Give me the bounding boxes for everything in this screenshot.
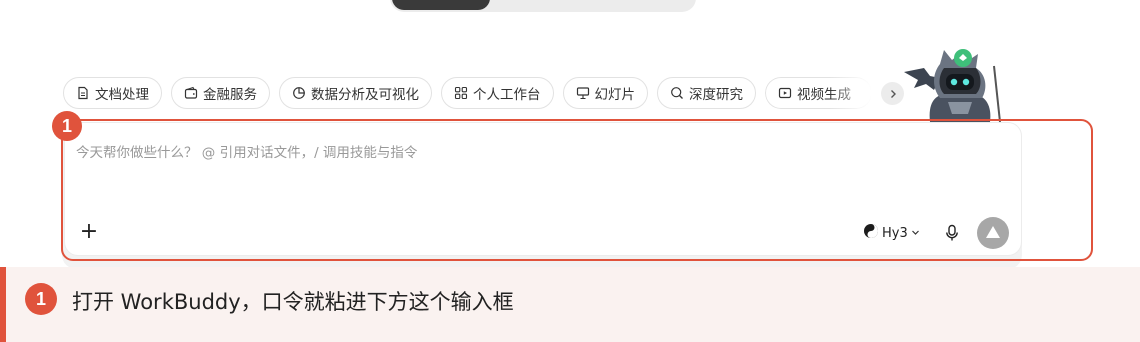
suggestion-chips: 文档处理 金融服务 数据分析及可视化 个人工作台 幻灯片 深度研究 视频生成 bbox=[63, 77, 913, 109]
pie-chart-icon bbox=[292, 86, 306, 100]
model-logo-icon bbox=[863, 223, 879, 243]
chip-label: 幻灯片 bbox=[594, 87, 636, 103]
chip-data-analysis[interactable]: 数据分析及可视化 bbox=[279, 77, 432, 109]
presentation-icon bbox=[576, 86, 590, 100]
chip-label: 数据分析及可视化 bbox=[311, 87, 419, 103]
video-icon bbox=[778, 86, 792, 100]
model-selector[interactable]: Hy3 bbox=[863, 224, 920, 242]
chip-label: 金融服务 bbox=[203, 87, 257, 103]
model-name: Hy3 bbox=[882, 225, 908, 241]
add-attachment-button[interactable]: + bbox=[79, 221, 99, 243]
mode-tab-2[interactable] bbox=[500, 0, 580, 10]
chat-input-placeholder[interactable]: 今天帮你做些什么？ @ 引用对话文件，/ 调用技能与指令 bbox=[76, 141, 417, 161]
chip-label: 个人工作台 bbox=[473, 87, 541, 103]
mode-tab-3[interactable] bbox=[590, 0, 680, 10]
chevron-down-icon bbox=[911, 226, 920, 241]
chip-slides[interactable]: 幻灯片 bbox=[562, 77, 648, 109]
wallet-icon bbox=[184, 86, 198, 100]
chip-label: 文档处理 bbox=[95, 87, 149, 103]
chip-deep-research[interactable]: 深度研究 bbox=[657, 77, 756, 109]
mode-switcher bbox=[390, 0, 696, 12]
chip-document-processing[interactable]: 文档处理 bbox=[63, 77, 162, 109]
mode-tab-active[interactable] bbox=[392, 0, 490, 10]
document-icon bbox=[76, 86, 90, 100]
grid-icon bbox=[454, 86, 468, 100]
send-arrow-icon bbox=[985, 224, 1001, 243]
research-icon bbox=[670, 86, 684, 100]
step-marker-badge: 1 bbox=[52, 111, 82, 141]
send-button[interactable] bbox=[977, 217, 1009, 249]
chip-financial-services[interactable]: 金融服务 bbox=[171, 77, 270, 109]
step-instruction-text: 打开 WorkBuddy，口令就粘进下方这个输入框 bbox=[72, 290, 514, 314]
chip-video-generation[interactable]: 视频生成 bbox=[765, 77, 872, 109]
mascot-image bbox=[900, 42, 1012, 124]
microphone-icon bbox=[944, 224, 960, 246]
step-number-badge: 1 bbox=[25, 283, 57, 315]
microphone-button[interactable] bbox=[944, 224, 960, 242]
chevron-right-icon bbox=[888, 84, 898, 103]
chip-personal-workspace[interactable]: 个人工作台 bbox=[441, 77, 554, 109]
chip-label: 深度研究 bbox=[689, 87, 743, 103]
chip-label: 视频生成 bbox=[797, 87, 851, 103]
